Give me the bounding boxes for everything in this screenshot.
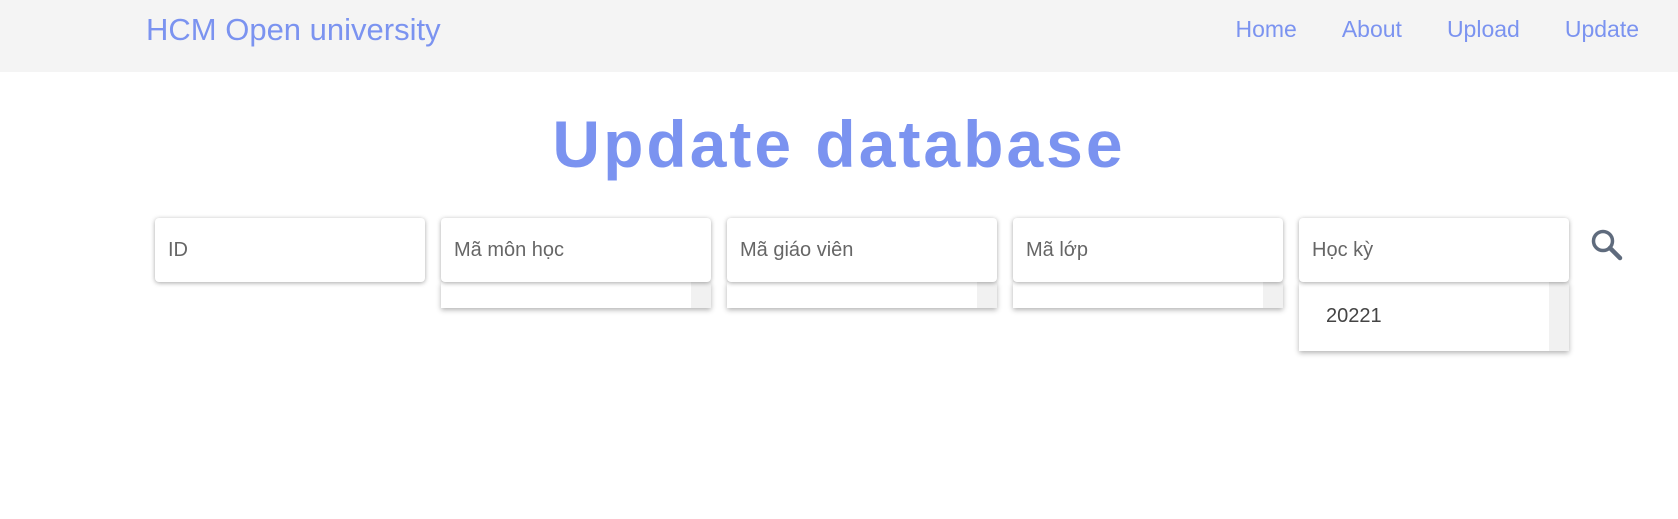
semester-option[interactable]: 20221 [1299,282,1569,351]
class-code-suggestions-scrollbar[interactable] [1263,282,1283,308]
class-code-input[interactable] [1013,218,1283,282]
teacher-code-suggestions-scrollbar[interactable] [977,282,997,308]
course-code-field [441,218,711,308]
class-code-suggestions [1013,282,1283,308]
search-icon [1591,229,1623,261]
page-title: Update database [552,107,1126,181]
semester-field: 20221 [1299,218,1569,351]
nav-link-about[interactable]: About [1342,15,1402,43]
semester-input[interactable] [1299,218,1569,282]
teacher-code-field-box [727,218,997,282]
search-button[interactable] [1590,228,1624,262]
teacher-code-field [727,218,997,308]
teacher-code-input[interactable] [727,218,997,282]
brand-logo[interactable]: HCM Open university [146,12,441,48]
id-field [155,218,425,282]
nav-link-update[interactable]: Update [1565,15,1639,43]
nav-link-home[interactable]: Home [1235,15,1296,43]
semester-field-box [1299,218,1569,282]
teacher-code-suggestions [727,282,997,308]
class-code-field [1013,218,1283,308]
course-code-suggestions-scrollbar[interactable] [691,282,711,308]
semester-suggestions: 20221 [1299,282,1569,351]
nav-link-upload[interactable]: Upload [1447,15,1520,43]
class-code-field-box [1013,218,1283,282]
id-field-box [155,218,425,282]
navbar: HCM Open university Home About Upload Up… [0,0,1678,72]
course-code-input[interactable] [441,218,711,282]
course-code-suggestions [441,282,711,308]
nav-links: Home About Upload Update [1235,15,1639,43]
id-input[interactable] [155,218,425,282]
course-code-field-box [441,218,711,282]
semester-suggestions-scrollbar[interactable] [1549,282,1569,351]
